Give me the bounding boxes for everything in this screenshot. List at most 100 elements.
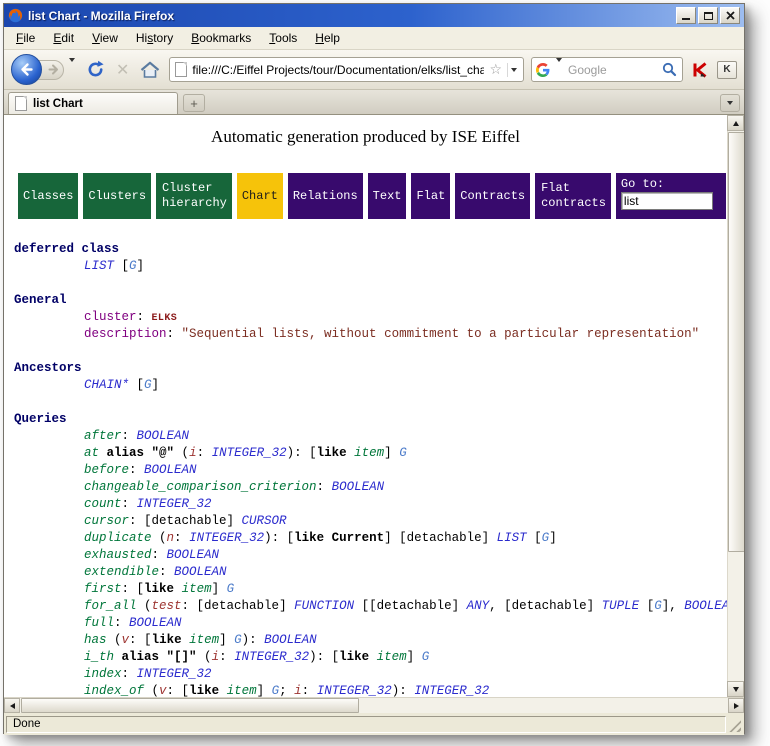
class-link[interactable]: LIST [497, 531, 527, 545]
nav-button-text[interactable]: Text [368, 173, 407, 219]
code-line: deferred class [14, 241, 727, 258]
reload-button[interactable] [84, 58, 107, 81]
class-link[interactable]: INTEGER_32 [414, 684, 489, 697]
generic-link[interactable]: G [399, 446, 407, 460]
code-text: : [ [167, 684, 190, 697]
class-link[interactable]: BOOLEAN [332, 480, 385, 494]
horizontal-scrollbar[interactable] [4, 697, 744, 713]
nav-button-cluster-hierarchy[interactable]: Cluster hierarchy [156, 173, 232, 219]
generic-link[interactable]: G [129, 259, 137, 273]
class-link[interactable]: BOOLEAN [264, 633, 317, 647]
scroll-up-button[interactable] [727, 115, 744, 131]
search-input[interactable]: Google [568, 63, 658, 77]
class-link[interactable]: INTEGER_32 [137, 667, 212, 681]
generic-link[interactable]: G [227, 582, 235, 596]
class-link[interactable]: FUNCTION [294, 599, 354, 613]
code-text: : [302, 684, 317, 697]
class-link[interactable]: INTEGER_32 [189, 531, 264, 545]
back-button[interactable] [11, 54, 42, 85]
tab-favicon [15, 96, 27, 111]
class-link[interactable]: CHAIN* [84, 378, 129, 392]
generic-link[interactable]: G [654, 599, 662, 613]
code-line [14, 394, 727, 411]
code-text: ], [662, 599, 685, 613]
nav-button-classes[interactable]: Classes [18, 173, 78, 219]
browser-window: list Chart - Mozilla Firefox FileEditVie… [3, 3, 745, 734]
code-text: : [114, 616, 129, 630]
chart-nav-buttons: ClassesClustersCluster hierarchyChartRel… [18, 173, 727, 219]
class-link[interactable]: CURSOR [242, 514, 287, 528]
vertical-scrollbar[interactable] [727, 115, 744, 697]
history-dropdown-button[interactable] [67, 60, 77, 79]
chevron-down-icon [727, 101, 733, 105]
firefox-icon [8, 8, 23, 23]
code-text: : [122, 667, 137, 681]
class-link[interactable]: TUPLE [602, 599, 640, 613]
menu-edit[interactable]: Edit [44, 28, 83, 48]
class-link[interactable]: BOOLEAN [144, 463, 197, 477]
code-text [369, 650, 377, 664]
class-link[interactable]: ANY [467, 599, 490, 613]
minimize-button[interactable] [676, 7, 696, 24]
class-link[interactable]: INTEGER_32 [317, 684, 392, 697]
class-link[interactable]: INTEGER_32 [234, 650, 309, 664]
search-magnifier-icon[interactable] [662, 62, 677, 77]
code-text: [ [114, 259, 129, 273]
class-link[interactable]: BOOLEAN [137, 429, 190, 443]
close-button[interactable] [720, 7, 740, 24]
title-bar[interactable]: list Chart - Mozilla Firefox [4, 4, 744, 27]
bookmark-star-icon[interactable]: ☆ [489, 63, 502, 77]
home-button[interactable] [138, 59, 162, 81]
vertical-scroll-thumb[interactable] [728, 132, 744, 552]
scroll-right-button[interactable] [728, 698, 744, 713]
nav-button-flat-contracts[interactable]: Flat contracts [535, 173, 611, 219]
scroll-left-button[interactable] [4, 698, 20, 713]
nav-button-chart[interactable]: Chart [237, 173, 283, 219]
nav-button-clusters[interactable]: Clusters [83, 173, 151, 219]
scroll-down-button[interactable] [727, 681, 744, 697]
class-link[interactable]: BOOLEAN [684, 599, 727, 613]
k-extension-button[interactable]: K [717, 61, 737, 79]
generic-link[interactable]: G [234, 633, 242, 647]
nav-button-relations[interactable]: Relations [288, 173, 363, 219]
address-dropdown-button[interactable] [507, 63, 520, 77]
generic-link[interactable]: G [422, 650, 430, 664]
chevron-down-icon [511, 68, 517, 72]
address-url[interactable]: file:///C:/Eiffel Projects/tour/Document… [192, 63, 484, 77]
maximize-button[interactable] [698, 7, 718, 24]
class-link[interactable]: INTEGER_32 [137, 497, 212, 511]
class-link[interactable]: LIST [84, 259, 114, 273]
class-link[interactable]: BOOLEAN [167, 548, 220, 562]
tab-list-chart[interactable]: list Chart [8, 92, 178, 114]
address-bar[interactable]: file:///C:/Eiffel Projects/tour/Document… [169, 57, 524, 82]
generic-link[interactable]: G [144, 378, 152, 392]
argument-name: i [189, 446, 197, 460]
code-text: : [129, 463, 144, 477]
new-tab-button[interactable]: + [183, 94, 205, 112]
menu-history[interactable]: History [127, 28, 182, 48]
resize-grip-icon[interactable] [728, 719, 741, 732]
code-line: extendible: BOOLEAN [14, 564, 727, 581]
horizontal-scroll-thumb[interactable] [21, 698, 359, 713]
generic-link[interactable]: G [272, 684, 280, 697]
menu-bookmarks[interactable]: Bookmarks [182, 28, 260, 48]
class-link[interactable]: INTEGER_32 [212, 446, 287, 460]
menu-view[interactable]: View [83, 28, 127, 48]
code-text: : [137, 310, 152, 324]
list-all-tabs-button[interactable] [720, 94, 740, 112]
kaspersky-icon[interactable] [690, 61, 710, 79]
stop-button[interactable]: ✕ [114, 60, 131, 80]
menu-tools[interactable]: Tools [260, 28, 306, 48]
home-icon [140, 61, 160, 79]
class-link[interactable]: BOOLEAN [174, 565, 227, 579]
menu-file[interactable]: File [7, 28, 44, 48]
nav-button-contracts[interactable]: Contracts [455, 173, 530, 219]
search-bar[interactable]: Google [531, 57, 683, 82]
menu-help[interactable]: Help [306, 28, 349, 48]
nav-button-flat[interactable]: Flat [411, 173, 450, 219]
goto-input[interactable] [621, 192, 713, 210]
code-line: duplicate (n: INTEGER_32): [like Current… [14, 530, 727, 547]
class-link[interactable]: BOOLEAN [129, 616, 182, 630]
code-line: cursor: [detachable] CURSOR [14, 513, 727, 530]
search-engine-dropdown[interactable] [554, 60, 564, 79]
